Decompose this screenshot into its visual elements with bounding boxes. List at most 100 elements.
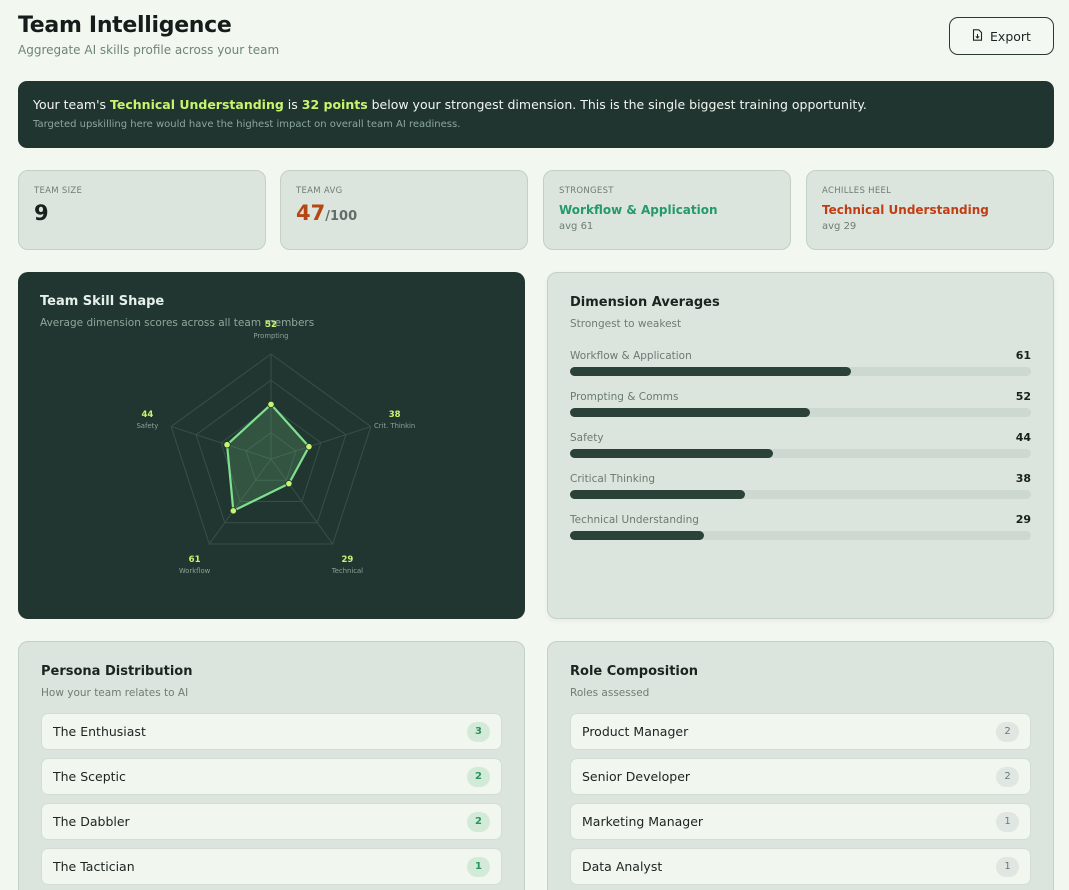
- dimension-bar-fill: [570, 449, 773, 458]
- count-badge: 3: [467, 721, 490, 742]
- stat-team-size: TEAM SIZE 9: [18, 170, 266, 250]
- dimension-value: 52: [1015, 390, 1031, 403]
- stat-label: TEAM SIZE: [34, 186, 83, 196]
- insight-message: Your team's Technical Understanding is 3…: [33, 97, 1039, 112]
- card-title: Persona Distribution: [41, 664, 193, 679]
- dimension-bar-fill: [570, 490, 746, 499]
- list-item-name: Senior Developer: [582, 769, 691, 784]
- list-item[interactable]: Marketing Manager 1: [570, 803, 1031, 840]
- list-item-name: Product Manager: [582, 724, 689, 739]
- team-size-value: 9: [34, 201, 49, 225]
- stat-strongest: STRONGEST Workflow & Application avg 61: [543, 170, 791, 250]
- page-title: Team Intelligence: [18, 13, 232, 38]
- insight-note: Targeted upskilling here would have the …: [33, 119, 461, 130]
- insight-dimension: Technical Understanding: [110, 97, 284, 112]
- radar-axis-value: 29: [341, 555, 353, 565]
- strongest-avg: avg 61: [559, 221, 594, 232]
- dimension-bar-track: [570, 408, 1031, 417]
- insight-middle: is: [283, 97, 302, 112]
- stat-label: ACHILLES HEEL: [822, 186, 892, 196]
- count-badge: 2: [467, 811, 490, 832]
- dimension-averages-card: Dimension Averages Strongest to weakest …: [547, 272, 1054, 619]
- list-item-name: The Dabbler: [53, 814, 130, 829]
- dimension-row: Workflow & Application 61: [570, 348, 1031, 376]
- list-item-name: The Sceptic: [53, 769, 126, 784]
- page-header: Team Intelligence Aggregate AI skills pr…: [18, 12, 1054, 62]
- insight-suffix: below your strongest dimension. This is …: [367, 97, 867, 112]
- insight-banner: Your team's Technical Understanding is 3…: [18, 81, 1054, 148]
- list-item[interactable]: The Sceptic 2: [41, 758, 502, 795]
- list-item-name: The Enthusiast: [53, 724, 146, 739]
- dimension-bar-track: [570, 531, 1031, 540]
- stat-team-avg: TEAM AVG 47/100: [280, 170, 528, 250]
- strongest-name: Workflow & Application: [559, 203, 718, 217]
- radar-axis-value: 38: [389, 410, 401, 420]
- dimension-bar-track: [570, 449, 1031, 458]
- dimension-value: 29: [1015, 513, 1031, 526]
- radar-axis-label: Safety: [136, 422, 158, 430]
- dimension-row: Safety 44: [570, 430, 1031, 458]
- team-skill-shape-card: Team Skill Shape Average dimension score…: [18, 272, 525, 619]
- role-list: Product Manager 2 Senior Developer 2 Marketi…: [570, 713, 1031, 885]
- count-badge: 2: [467, 766, 490, 787]
- card-title: Dimension Averages: [570, 295, 720, 310]
- export-button[interactable]: Export: [949, 17, 1054, 55]
- dimension-bar-track: [570, 367, 1031, 376]
- card-subtitle: Roles assessed: [570, 687, 650, 699]
- persona-distribution-card: Persona Distribution How your team relat…: [18, 641, 525, 890]
- dimension-row: Technical Understanding 29: [570, 512, 1031, 540]
- list-item[interactable]: Senior Developer 2: [570, 758, 1031, 795]
- file-export-icon: [972, 28, 983, 44]
- dimension-value: 44: [1015, 431, 1031, 444]
- dimension-label: Workflow & Application: [570, 350, 692, 362]
- list-item-name: Marketing Manager: [582, 814, 704, 829]
- radar-data-point: [285, 480, 293, 488]
- radar-data-point: [229, 507, 237, 515]
- radar-data-point: [267, 400, 275, 408]
- dimension-bar-fill: [570, 367, 852, 376]
- stat-label: TEAM AVG: [296, 186, 343, 196]
- dimension-row: Critical Thinking 38: [570, 471, 1031, 499]
- card-subtitle: Strongest to weakest: [570, 318, 682, 330]
- dimension-value: 38: [1015, 472, 1031, 485]
- role-composition-card: Role Composition Roles assessed Product …: [547, 641, 1054, 890]
- dimension-bar-fill: [570, 408, 810, 417]
- list-item[interactable]: The Tactician 1: [41, 848, 502, 885]
- list-item[interactable]: The Dabbler 2: [41, 803, 502, 840]
- list-item[interactable]: Product Manager 2: [570, 713, 1031, 750]
- radar-data-point: [223, 441, 231, 449]
- stat-achilles-heel: ACHILLES HEEL Technical Understanding av…: [806, 170, 1054, 250]
- radar-axis-value: 44: [141, 410, 153, 420]
- achilles-avg: avg 29: [822, 221, 857, 232]
- dimension-list: Workflow & Application 61 Prompting & Comm…: [570, 348, 1031, 540]
- list-item[interactable]: The Enthusiast 3: [41, 713, 502, 750]
- dimension-bar-track: [570, 490, 1031, 499]
- team-avg-suffix: /100: [325, 209, 358, 224]
- dimension-value: 61: [1015, 349, 1031, 362]
- team-avg-value: 47/100: [296, 201, 512, 225]
- achilles-name: Technical Understanding: [822, 203, 989, 217]
- stat-label: STRONGEST: [559, 186, 614, 196]
- radar-chart: 52 Prompting 38 Crit. Thinkin 29 Technical 61 W…: [136, 320, 415, 575]
- radar-axis-value: 52: [265, 320, 277, 330]
- persona-list: The Enthusiast 3 The Sceptic 2 The Dabbler 2 T…: [41, 713, 502, 885]
- dimension-row: Prompting & Comms 52: [570, 389, 1031, 417]
- dimension-label: Technical Understanding: [570, 514, 699, 526]
- radar-axis-label: Prompting: [254, 332, 289, 340]
- radar-axis-label: Crit. Thinkin: [374, 422, 415, 430]
- count-badge: 2: [996, 766, 1019, 787]
- radar-data-point: [305, 443, 313, 451]
- count-badge: 1: [996, 856, 1019, 877]
- radar-axis-value: 61: [189, 555, 201, 565]
- team-avg-number: 47: [296, 201, 326, 225]
- card-subtitle: How your team relates to AI: [41, 687, 189, 699]
- radar-axis-label: Technical: [331, 567, 363, 575]
- count-badge: 1: [996, 811, 1019, 832]
- export-label: Export: [990, 28, 1031, 44]
- dimension-bar-fill: [570, 531, 704, 540]
- dimension-label: Critical Thinking: [570, 473, 656, 485]
- count-badge: 1: [467, 856, 490, 877]
- radar-axis-label: Workflow: [179, 567, 211, 575]
- list-item[interactable]: Data Analyst 1: [570, 848, 1031, 885]
- insight-prefix: Your team's: [33, 97, 111, 112]
